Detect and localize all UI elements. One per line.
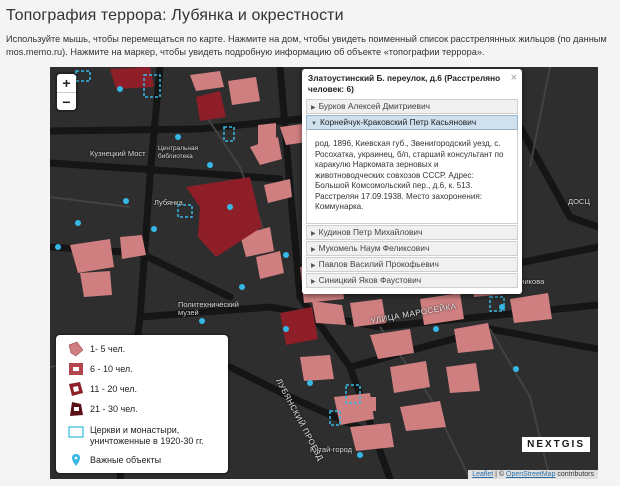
building-small-icon (68, 341, 84, 357)
zoom-out-button[interactable]: − (57, 92, 76, 110)
map-label-lubyanka: Лубянка (154, 198, 183, 207)
person-name: Бурков Алексей Дмитриевич (318, 101, 431, 111)
attribution-contributors: contributors (555, 471, 594, 478)
legend-row: Церкви и монастыри, уничтоженные в 1920-… (68, 425, 223, 447)
legend-row: Важные объекты (68, 453, 161, 467)
legend-row: 11 - 20 чел. (68, 381, 137, 397)
person-details: род. 1896, Киевская губ., Звенигородский… (306, 130, 518, 224)
osm-link[interactable]: OpenStreetMap (506, 471, 555, 478)
person-name: Павлов Василий Прокофьевич (318, 258, 439, 269)
caret-down-icon: ▼ (311, 121, 317, 127)
caret-right-icon: ▶ (311, 262, 316, 269)
legend-label: 1- 5 чел. (90, 343, 126, 354)
building-xlarge-icon (70, 402, 83, 416)
person-name: Кудинов Петр Михайлович (318, 226, 423, 237)
map-legend: 1- 5 чел. 6 - 10 чел. 11 - 20 чел. 21 - … (56, 335, 228, 473)
map-label-library: Центральная библиотека (158, 145, 199, 160)
building-large-icon (69, 382, 83, 396)
legend-row: 21 - 30 чел. (68, 401, 138, 417)
popup-title: Златоустинский Б. переулок, д.6 (Расстре… (308, 73, 501, 94)
person-name: Синицкий Яков Фаустович (318, 274, 422, 285)
person-item[interactable]: ▶ Кудинов Петр Михайлович (306, 224, 518, 240)
caret-right-icon: ▶ (311, 230, 316, 237)
legend-label: Важные объекты (90, 454, 162, 465)
legend-label: 21 - 30 чел. (90, 403, 138, 414)
person-item[interactable]: ▶ Синицкий Яков Фаустович (306, 272, 518, 288)
person-item[interactable]: ▶ Мукомель Наум Феликсович (306, 240, 518, 256)
attribution-separator: | © (493, 471, 507, 478)
caret-right-icon: ▶ (311, 278, 316, 285)
map-label-museum: Политехнический музей (178, 300, 239, 317)
map-label-doc: ДОСЦ (568, 197, 590, 206)
building-medium-icon (69, 363, 83, 375)
person-item-expanded[interactable]: ▼ Корнейчук-Краковский Петр Касьянович (306, 115, 518, 130)
person-name: Мукомель Наум Феликсович (318, 242, 430, 253)
legend-row: 1- 5 чел. (68, 341, 125, 357)
page-title: Топография террора: Лубянка и окрестност… (6, 7, 344, 24)
legend-row: 6 - 10 чел. (68, 361, 133, 377)
legend-label: 6 - 10 чел. (90, 363, 133, 374)
caret-right-icon: ▶ (311, 246, 316, 253)
building-popup: × Златоустинский Б. переулок, д.6 (Расст… (302, 69, 522, 294)
map-attribution: Leaflet | © OpenStreetMap contributors (468, 470, 598, 479)
map-marker-icon (72, 454, 80, 466)
person-item[interactable]: ▶ Бурков Алексей Дмитриевич (306, 99, 518, 114)
leaflet-link[interactable]: Leaflet (472, 471, 493, 478)
legend-label: 11 - 20 чел. (90, 383, 137, 394)
intro-text: Используйте мышь, чтобы перемещаться по … (6, 34, 607, 57)
person-item[interactable]: ▶ Павлов Василий Прокофьевич (306, 256, 518, 272)
nextgis-logo[interactable]: NEXTGIS (522, 437, 590, 452)
map-view[interactable]: + − Кузнецкий Мост Центральная библиотек… (50, 67, 598, 479)
church-outline-icon (68, 426, 84, 438)
caret-right-icon: ▶ (311, 105, 316, 111)
zoom-control: + − (57, 74, 76, 110)
person-name: Корнейчук-Краковский Петр Касьянович (319, 117, 477, 127)
legend-label: Церкви и монастыри, уничтоженные в 1920-… (90, 425, 204, 446)
popup-close-button[interactable]: × (511, 72, 517, 84)
zoom-in-button[interactable]: + (57, 74, 76, 92)
map-label-kuznetsky: Кузнецкий Мост (90, 149, 146, 158)
